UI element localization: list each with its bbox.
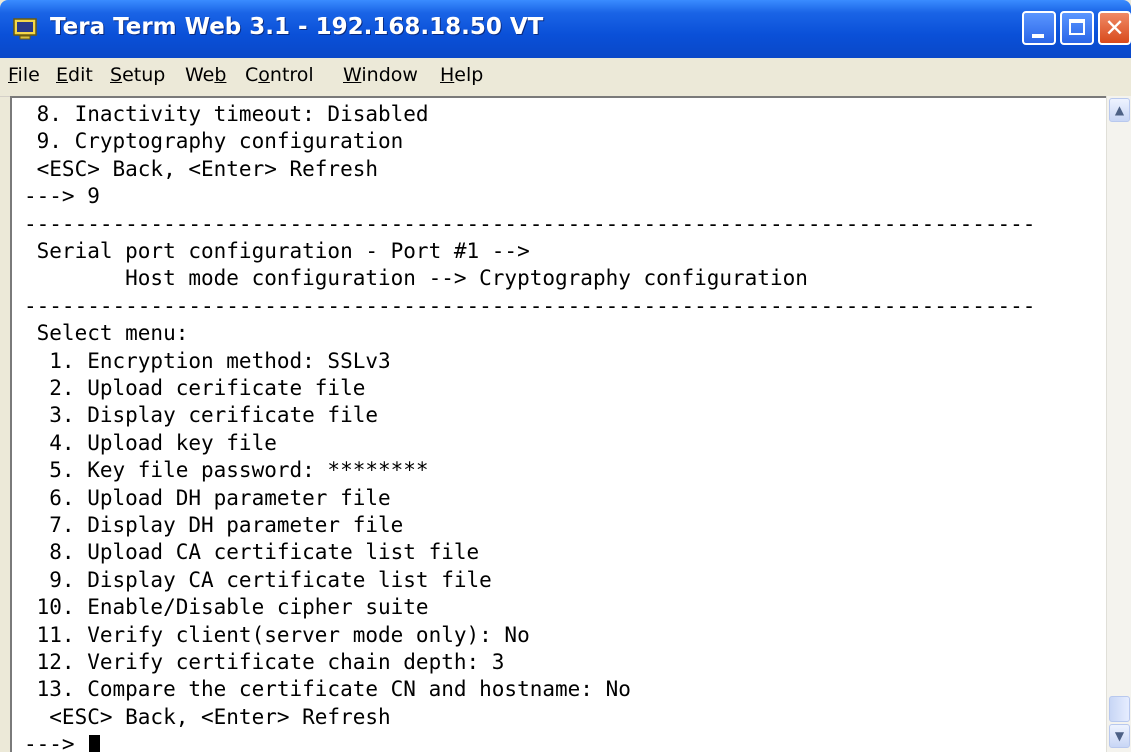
terminal-line: 8. Inactivity timeout: Disabled [24,102,429,126]
terminal-line: 12. Verify certificate chain depth: 3 [24,650,505,674]
terminal-line: 9. Cryptography configuration [24,129,404,154]
window-title: Tera Term Web 3.1 - 192.168.18.50 VT [50,14,544,40]
terminal-line: ----------------------------------------… [24,211,1036,236]
scroll-down-button[interactable]: ▼ [1109,724,1130,748]
chevron-down-icon: ▼ [1114,729,1125,743]
minimize-icon [1032,34,1044,38]
terminal-line: Host mode configuration --> Cryptography… [24,266,808,291]
terminal-line: ---> 9 [24,184,100,209]
terminal-icon [13,18,37,40]
maximize-icon [1069,19,1085,35]
terminal-line: 3. Display cerificate file [24,403,379,428]
close-icon: ✕ [1104,14,1125,42]
terminal-screen[interactable]: 8. Inactivity timeout: Disabled 9. Crypt… [10,96,1106,752]
terminal-line: 2. Upload cerificate file [24,376,366,400]
terminal-line: 8. Upload CA certificate list file [24,540,480,565]
menu-setup[interactable]: Setup [110,64,165,86]
terminal-line: 4. Upload key file [24,430,277,455]
scroll-up-button[interactable]: ▲ [1109,98,1130,122]
terminal-window: Tera Term Web 3.1 - 192.168.18.50 VT ✕ F… [0,0,1131,752]
terminal-line: 10. Enable/Disable cipher suite [24,595,429,620]
terminal-line: 1. Encryption method: SSLv3 [24,348,391,373]
menu-web[interactable]: Web [185,64,226,86]
minimize-button[interactable] [1022,11,1056,45]
terminal-line: <ESC> Back, <Enter> Refresh [24,704,391,729]
menu-file[interactable]: File [8,64,40,86]
menu-help[interactable]: Help [440,64,483,86]
terminal-line: 5. Key file password: ******** [24,458,429,483]
terminal-line: 6. Upload DH parameter file [24,485,391,510]
scroll-thumb[interactable] [1109,696,1130,722]
menu-edit[interactable]: Edit [56,64,93,86]
maximize-button[interactable] [1060,11,1094,45]
chevron-up-icon: ▲ [1114,103,1125,117]
menu-control[interactable]: Control [245,64,314,86]
terminal-cursor [89,735,101,752]
terminal-line: Serial port configuration - Port #1 --> [24,239,530,263]
vertical-scrollbar[interactable]: ▲ ▼ [1106,96,1131,752]
terminal-line: ----------------------------------------… [24,293,1036,318]
menu-bar: File Edit Setup Web Control Window Help [0,58,1131,97]
terminal-line: <ESC> Back, <Enter> Refresh [24,156,379,181]
terminal-line: Select menu: [24,321,189,346]
terminal-line: ---> [24,732,88,752]
terminal-line: 9. Display CA certificate list file [24,567,492,592]
terminal-line: 11. Verify client(server mode only): No [24,622,530,647]
menu-window[interactable]: Window [343,64,418,86]
title-bar[interactable]: Tera Term Web 3.1 - 192.168.18.50 VT ✕ [0,0,1131,58]
close-button[interactable]: ✕ [1098,11,1131,45]
terminal-line: 7. Display DH parameter file [24,513,404,537]
terminal-line: 13. Compare the certificate CN and hostn… [24,677,631,702]
